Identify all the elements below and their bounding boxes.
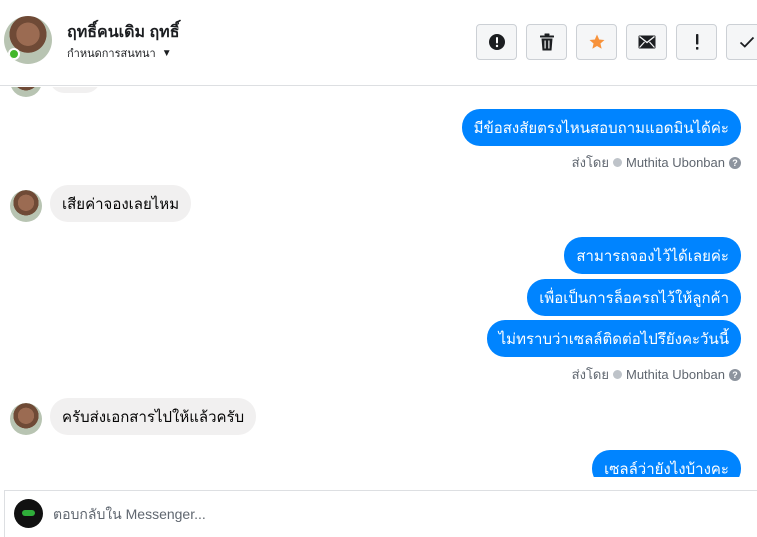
outgoing-message-bubble[interactable]: เซลล์ว่ายังไงบ้างคะ — [592, 450, 741, 477]
verified-badge-icon — [612, 370, 622, 379]
follow-up-button[interactable] — [676, 24, 717, 60]
incoming-message-bubble-partial — [50, 87, 100, 93]
conversation-header: ฤทธิ์คนเดิม ฤทธิ์ กำหนดการสนทนา ▼ — [0, 0, 757, 86]
delete-button[interactable] — [526, 24, 567, 60]
mark-spam-button[interactable] — [476, 24, 517, 60]
assign-conversation-label: กำหนดการสนทนา — [67, 48, 156, 60]
sent-by-line: ส่งโดย Muthita Ubonban ? — [572, 152, 741, 173]
incoming-message-bubble[interactable]: ครับส่งเอกสารไปให้แล้วครับ — [50, 398, 257, 435]
sender-name: Muthita Ubonban — [625, 155, 725, 170]
sent-by-label: ส่งโดย — [571, 155, 609, 170]
outgoing-message-bubble[interactable]: เพื่อเป็นการล็อครถไว้ให้ลูกค้า — [527, 279, 741, 316]
outgoing-message-bubble[interactable]: สามารถจองไว้ได้เลยค่ะ — [564, 237, 741, 274]
caret-down-icon: ▼ — [161, 47, 172, 59]
contact-avatar-small — [10, 403, 42, 435]
assign-conversation-dropdown[interactable]: กำหนดการสนทนา ▼ — [67, 44, 172, 62]
incoming-message-bubble[interactable]: เสียค่าจองเลยไหม — [50, 185, 192, 222]
reply-composer — [4, 490, 757, 537]
alert-circle-icon — [488, 34, 505, 50]
page-logo-avatar — [14, 499, 43, 528]
exclamation-icon — [695, 34, 698, 50]
conversation-actions — [476, 24, 757, 60]
online-status-indicator — [8, 48, 20, 60]
contact-name[interactable]: ฤทธิ์คนเดิม ฤทธิ์ — [67, 20, 180, 45]
star-button[interactable] — [576, 24, 617, 60]
trash-icon — [539, 33, 554, 51]
reply-input[interactable] — [53, 502, 693, 526]
sender-name: Muthita Ubonban — [625, 367, 725, 382]
contact-avatar-small — [10, 190, 42, 222]
message-thread[interactable]: มีข้อสงสัยตรงไหนสอบถามแอดมินได้ค่ะ ส่งโด… — [0, 87, 757, 477]
star-icon — [589, 34, 604, 49]
mark-done-button[interactable] — [726, 24, 757, 60]
help-icon[interactable]: ? — [729, 156, 741, 169]
verified-badge-icon — [612, 158, 622, 167]
help-icon[interactable]: ? — [729, 368, 741, 381]
envelope-icon — [638, 35, 655, 49]
check-icon — [739, 36, 754, 48]
outgoing-message-bubble[interactable]: มีข้อสงสัยตรงไหนสอบถามแอดมินได้ค่ะ — [461, 109, 741, 146]
sent-by-line: ส่งโดย Muthita Ubonban ? — [572, 364, 741, 385]
contact-avatar[interactable] — [4, 16, 52, 64]
sent-by-label: ส่งโดย — [571, 367, 609, 382]
contact-avatar-small — [10, 87, 42, 97]
mark-unread-button[interactable] — [626, 24, 667, 60]
outgoing-message-bubble[interactable]: ไม่ทราบว่าเซลล์ติดต่อไปรึยังคะวันนี้ — [486, 320, 741, 357]
